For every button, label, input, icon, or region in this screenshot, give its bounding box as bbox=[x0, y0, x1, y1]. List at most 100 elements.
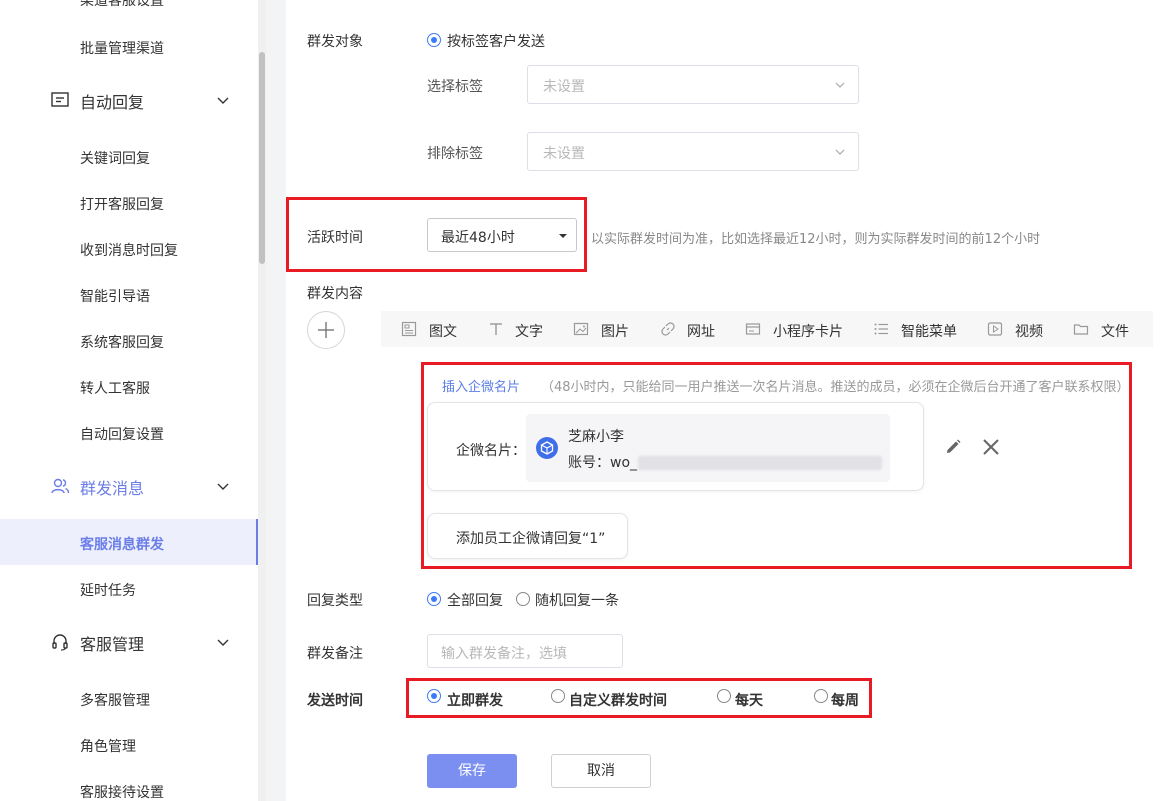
active-time-dropdown[interactable]: 最近48小时 bbox=[427, 218, 577, 252]
tool-text[interactable]: 文字 bbox=[488, 311, 558, 347]
sidebar-item-message-reply[interactable]: 收到消息时回复 bbox=[80, 240, 178, 260]
chevron-down-icon bbox=[217, 483, 229, 490]
wecom-card-panel: 企微名片： 芝麻小李 账号：wo_ bbox=[427, 402, 924, 491]
tool-file[interactable]: 文件 bbox=[1073, 311, 1143, 347]
cancel-button[interactable]: 取消 bbox=[551, 754, 651, 788]
exclude-tag-dropdown[interactable]: 未设置 bbox=[527, 132, 859, 171]
tool-label: 文字 bbox=[515, 324, 543, 340]
active-time-label: 活跃时间 bbox=[307, 230, 363, 246]
sidebar-item-guide[interactable]: 智能引导语 bbox=[80, 286, 150, 306]
exclude-tag-placeholder: 未设置 bbox=[543, 146, 585, 162]
edit-icon[interactable] bbox=[944, 438, 962, 456]
chevron-down-icon bbox=[217, 639, 229, 646]
tool-miniprogram[interactable]: 小程序卡片 bbox=[745, 311, 855, 347]
add-content-button[interactable] bbox=[307, 311, 345, 349]
reply-hint-box[interactable]: 添加员工企微请回复“1” bbox=[427, 513, 628, 559]
list-icon bbox=[874, 323, 888, 335]
chevron-down-icon bbox=[835, 149, 845, 155]
tool-url[interactable]: 网址 bbox=[660, 311, 730, 347]
active-time-value: 最近48小时 bbox=[441, 230, 515, 246]
users-icon bbox=[51, 478, 70, 494]
exclude-tag-label: 排除标签 bbox=[427, 146, 483, 162]
tool-label: 视频 bbox=[1015, 324, 1043, 340]
sidebar-item-service-group-send[interactable]: 客服消息群发 bbox=[80, 534, 164, 554]
select-tag-placeholder: 未设置 bbox=[543, 79, 585, 95]
card-account-redacted bbox=[638, 456, 882, 470]
select-tag-dropdown[interactable]: 未设置 bbox=[527, 65, 859, 104]
reply-all-radio[interactable] bbox=[427, 592, 441, 606]
plus-icon bbox=[318, 322, 334, 338]
send-custom-radio[interactable] bbox=[551, 689, 565, 703]
tool-video[interactable]: 视频 bbox=[987, 311, 1057, 347]
folder-icon bbox=[1073, 324, 1089, 335]
headset-icon bbox=[52, 634, 68, 651]
tool-label: 图文 bbox=[429, 324, 457, 340]
reply-type-label: 回复类型 bbox=[307, 593, 363, 609]
link-icon bbox=[661, 322, 675, 336]
target-option-label: 按标签客户发送 bbox=[447, 34, 545, 50]
tool-label: 图片 bbox=[601, 324, 629, 340]
sidebar-item-channel-settings[interactable]: 渠道客服设置 bbox=[80, 0, 164, 10]
sidebar-group-group-msg[interactable]: 群发消息 bbox=[0, 466, 258, 506]
insert-card-link[interactable]: 插入企微名片 bbox=[442, 376, 520, 395]
tool-smart-menu[interactable]: 智能菜单 bbox=[873, 311, 973, 347]
sidebar-item-delay-task[interactable]: 延时任务 bbox=[80, 580, 136, 600]
close-icon[interactable] bbox=[982, 438, 1000, 456]
send-daily-label: 每天 bbox=[735, 693, 763, 709]
sidebar-item-open-reply[interactable]: 打开客服回复 bbox=[80, 194, 164, 214]
reply-hint-text: 添加员工企微请回复“1” bbox=[456, 531, 606, 547]
remark-placeholder: 输入群发备注，选填 bbox=[441, 646, 567, 662]
send-now-label: 立即群发 bbox=[447, 693, 503, 709]
sidebar-item-multi-service[interactable]: 多客服管理 bbox=[80, 690, 150, 710]
chevron-down-icon bbox=[217, 97, 229, 104]
sidebar-group-label: 客服管理 bbox=[80, 635, 145, 654]
tool-label: 小程序卡片 bbox=[773, 324, 843, 340]
send-weekly-radio[interactable] bbox=[814, 689, 828, 703]
send-time-label: 发送时间 bbox=[307, 693, 363, 709]
card-preview[interactable]: 芝麻小李 账号：wo_ bbox=[526, 414, 890, 482]
sidebar-scrollbar-thumb[interactable] bbox=[259, 52, 265, 264]
content-label: 群发内容 bbox=[307, 286, 363, 302]
send-now-radio[interactable] bbox=[427, 689, 441, 703]
remark-label: 群发备注 bbox=[307, 646, 363, 662]
reply-random-label: 随机回复一条 bbox=[535, 593, 619, 609]
content-toolbar: 图文 文字 图片 网址 小程序卡片 智能菜单 视频 文件 bbox=[381, 311, 1153, 347]
video-icon bbox=[987, 322, 1003, 336]
image-icon bbox=[573, 322, 589, 336]
sidebar-item-system-reply[interactable]: 系统客服回复 bbox=[80, 332, 164, 352]
avatar-icon bbox=[536, 437, 558, 459]
message-list-icon bbox=[51, 92, 69, 107]
text-icon bbox=[490, 323, 502, 335]
reply-random-radio[interactable] bbox=[516, 592, 530, 606]
sidebar: 渠道客服设置 批量管理渠道 自动回复 关键词回复 打开客服回复 收到消息时回复 … bbox=[0, 0, 258, 801]
select-tag-label: 选择标签 bbox=[427, 79, 483, 95]
sidebar-group-label: 自动回复 bbox=[80, 93, 145, 112]
tool-label: 智能菜单 bbox=[901, 324, 957, 340]
target-tag-radio[interactable] bbox=[427, 33, 441, 47]
save-button[interactable]: 保存 bbox=[427, 754, 517, 788]
remark-input[interactable]: 输入群发备注，选填 bbox=[427, 634, 623, 668]
article-icon bbox=[401, 321, 417, 337]
sidebar-item-keyword-reply[interactable]: 关键词回复 bbox=[80, 148, 150, 168]
card-label: 企微名片： bbox=[456, 443, 526, 459]
reply-all-label: 全部回复 bbox=[447, 593, 503, 609]
sidebar-group-service-mgmt[interactable]: 客服管理 bbox=[0, 622, 258, 662]
sidebar-item-transfer[interactable]: 转人工客服 bbox=[80, 378, 150, 398]
sidebar-item-reception-settings[interactable]: 客服接待设置 bbox=[80, 782, 164, 801]
send-custom-label: 自定义群发时间 bbox=[569, 693, 667, 709]
card-name: 芝麻小李 bbox=[568, 429, 624, 445]
active-time-hint: 以实际群发时间为准，比如选择最近12小时，则为实际群发时间的前12个小时 bbox=[591, 232, 1041, 247]
sidebar-item-role-mgmt[interactable]: 角色管理 bbox=[80, 736, 136, 756]
tool-label: 网址 bbox=[687, 324, 715, 340]
tool-article[interactable]: 图文 bbox=[401, 311, 481, 347]
chevron-down-icon bbox=[835, 82, 845, 88]
sidebar-group-auto-reply[interactable]: 自动回复 bbox=[0, 80, 258, 120]
sidebar-item-auto-reply-settings[interactable]: 自动回复设置 bbox=[80, 424, 164, 444]
send-daily-radio[interactable] bbox=[717, 689, 731, 703]
card-icon bbox=[745, 323, 761, 335]
sidebar-item-batch-manage[interactable]: 批量管理渠道 bbox=[80, 38, 164, 58]
tool-image[interactable]: 图片 bbox=[573, 311, 643, 347]
caret-down-icon bbox=[559, 234, 567, 238]
send-weekly-label: 每周 bbox=[831, 693, 859, 709]
card-account: 账号：wo_ bbox=[568, 455, 638, 471]
